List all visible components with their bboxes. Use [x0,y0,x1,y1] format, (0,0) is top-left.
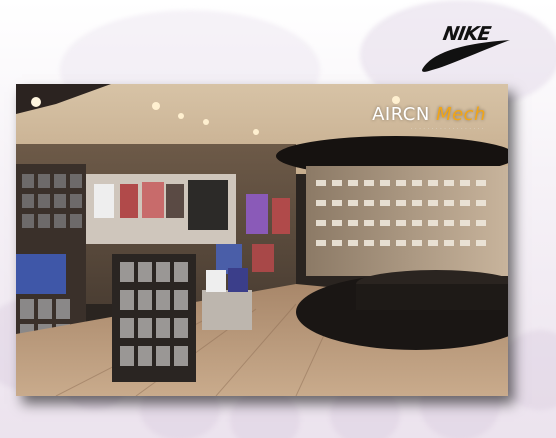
logo-lettering: NIKE [441,22,493,45]
swoosh-icon: NIKE [422,22,510,72]
background-bubble [230,390,300,438]
watermark-text: AIRCN Mech [372,104,486,125]
watermark-part1: AIRC [372,104,416,125]
watermark-part2: N [415,104,430,125]
watermark-subline: · · · · · · · · · · · · · · · · · · [410,126,484,132]
background-bubble [500,330,556,410]
store-photo: AIRCN Mech · · · · · · · · · · · · · · ·… [16,84,508,396]
nike-logo: NIKE [418,18,514,76]
watermark-part3: Mech [429,104,486,125]
